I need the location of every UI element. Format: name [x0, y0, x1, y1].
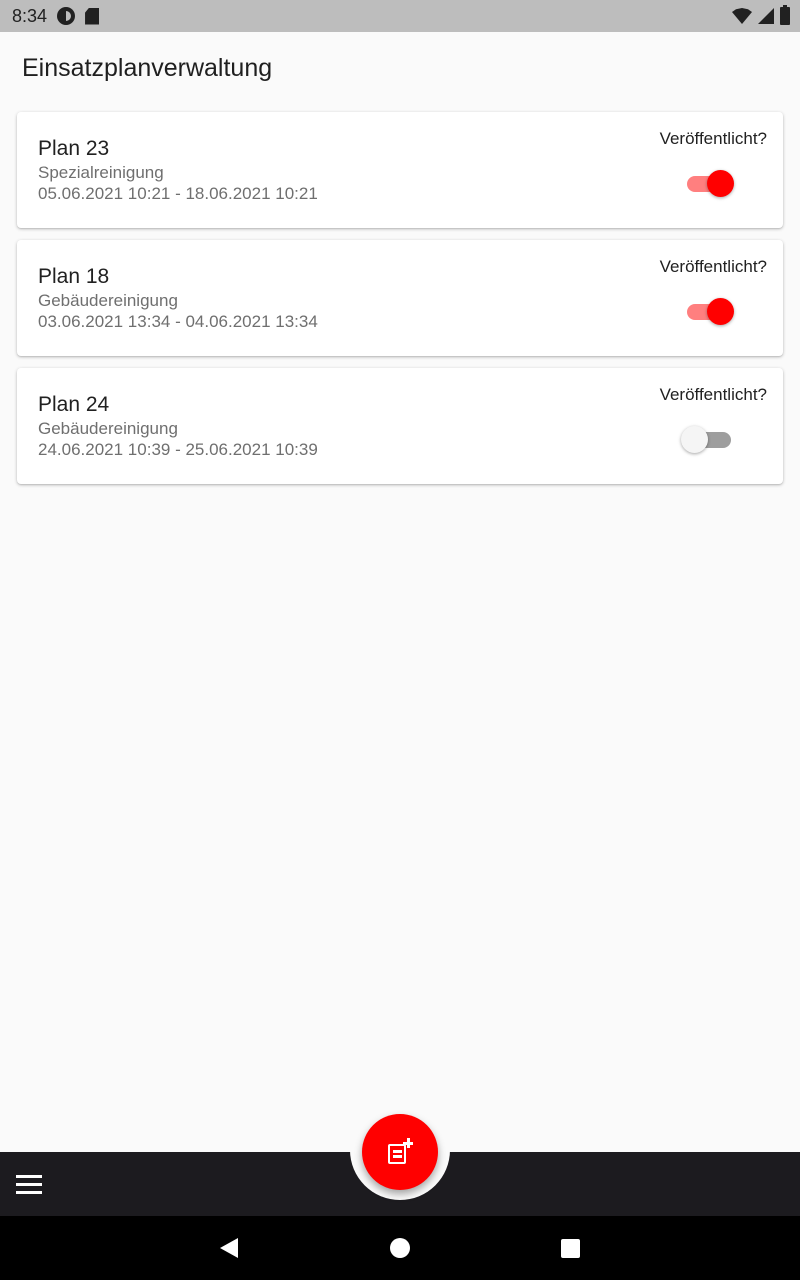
sync-status-icon: [57, 7, 76, 25]
plan-info: Plan 23 Spezialreinigung 05.06.2021 10:2…: [38, 136, 318, 204]
plan-title: Plan 18: [38, 265, 110, 288]
plan-type: Gebäudereinigung: [38, 291, 178, 310]
wifi-icon: [732, 8, 752, 24]
toggle-thumb: [681, 426, 708, 453]
menu-line: [16, 1182, 42, 1186]
publish-label: Veröffentlicht?: [659, 257, 767, 276]
status-right: [732, 5, 790, 25]
battery-icon: [780, 5, 790, 25]
publish-toggle[interactable]: [685, 296, 734, 325]
recents-icon[interactable]: [561, 1239, 580, 1258]
toggle-thumb: [707, 298, 734, 325]
status-time: 8:34: [12, 5, 48, 26]
status-bar: 8:34: [0, 0, 800, 32]
status-left: 8:34: [12, 5, 100, 27]
publish-toggle[interactable]: [685, 168, 734, 197]
doc-outline: [388, 1144, 406, 1164]
signal-icon: [758, 8, 774, 24]
sd-card-icon: [85, 7, 100, 25]
add-plan-button[interactable]: [362, 1114, 438, 1190]
page-title: Einsatzplanverwaltung: [22, 54, 273, 82]
plan-type: Gebäudereinigung: [38, 419, 178, 438]
hamburger-menu-icon[interactable]: [16, 1170, 48, 1198]
menu-line: [16, 1174, 42, 1178]
doc-line: [393, 1150, 402, 1153]
plan-type: Spezialreinigung: [38, 163, 164, 182]
doc-line: [393, 1155, 402, 1158]
toggle-thumb: [707, 170, 734, 197]
publish-label: Veröffentlicht?: [659, 129, 767, 148]
plan-title: Plan 23: [38, 137, 110, 160]
publish-toggle[interactable]: [681, 424, 733, 453]
back-icon[interactable]: [220, 1238, 238, 1258]
plan-card[interactable]: Plan 18 Gebäudereinigung 03.06.2021 13:3…: [17, 240, 783, 356]
home-icon[interactable]: [390, 1238, 410, 1258]
plan-card[interactable]: Plan 23 Spezialreinigung 05.06.2021 10:2…: [17, 112, 783, 228]
plus-horizontal: [403, 1142, 413, 1145]
plan-date-range: 05.06.2021 10:21 - 18.06.2021 10:21: [38, 184, 318, 203]
publish-label: Veröffentlicht?: [659, 385, 767, 404]
plan-title: Plan 24: [38, 393, 110, 416]
plan-info: Plan 18 Gebäudereinigung 03.06.2021 13:3…: [38, 264, 318, 332]
menu-line: [16, 1190, 42, 1194]
plan-date-range: 03.06.2021 13:34 - 04.06.2021 13:34: [38, 312, 318, 331]
add-plan-icon: [386, 1138, 414, 1166]
plan-list: Plan 23 Spezialreinigung 05.06.2021 10:2…: [17, 112, 783, 496]
plan-info: Plan 24 Gebäudereinigung 24.06.2021 10:3…: [38, 392, 318, 460]
plan-date-range: 24.06.2021 10:39 - 25.06.2021 10:39: [38, 440, 318, 459]
plan-card[interactable]: Plan 24 Gebäudereinigung 24.06.2021 10:3…: [17, 368, 783, 484]
